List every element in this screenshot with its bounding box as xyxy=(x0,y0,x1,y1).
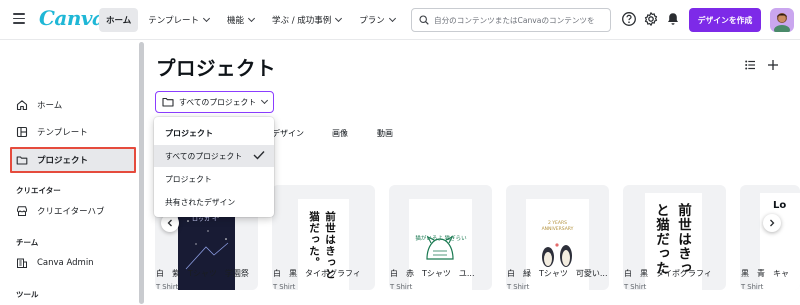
nav-templates[interactable]: テンプレート xyxy=(140,8,217,32)
card-type: T Shirt xyxy=(624,283,647,291)
search-input[interactable]: 自分のコンテンツまたはCanvaのコンテンツを xyxy=(411,8,611,32)
nav-plans[interactable]: プラン xyxy=(351,8,403,32)
card-type: T Shirt xyxy=(156,283,179,291)
avatar[interactable] xyxy=(770,8,794,32)
building-icon xyxy=(17,258,27,268)
canva-logo[interactable]: Canva xyxy=(39,6,105,30)
card-title[interactable]: 白 紫 Tシャツ 学園祭 xyxy=(156,268,249,279)
tab-images[interactable]: 画像 xyxy=(332,128,348,139)
chevron-down-icon xyxy=(261,96,269,105)
project-filter-dropdown[interactable]: すべてのプロジェクト xyxy=(155,91,274,113)
top-nav: ホーム テンプレート 機能 学ぶ / 成功事例 プラン xyxy=(99,8,405,32)
menu-heading: プロジェクト xyxy=(165,129,213,138)
card-title[interactable]: 白 緑 Tシャツ 可愛い... xyxy=(507,268,608,279)
card-title[interactable]: 白 黒 タイポグラフィ xyxy=(624,268,712,279)
sidebar-section-tools: ツール xyxy=(16,290,39,299)
notification-icon[interactable] xyxy=(665,11,681,27)
sidebar-item-canva-admin[interactable]: Canva Admin xyxy=(10,250,136,276)
menu-option-projects[interactable]: プロジェクト xyxy=(154,168,274,190)
project-filter-menu: プロジェクト すべてのプロジェクト プロジェクト 共有されたデザイン xyxy=(154,117,274,217)
chevron-down-icon xyxy=(388,14,396,23)
chevron-right-icon xyxy=(770,219,775,227)
sidebar-item-projects[interactable]: プロジェクト xyxy=(10,147,136,173)
menu-option-shared-designs[interactable]: 共有されたデザイン xyxy=(154,191,274,213)
tab-videos[interactable]: 動画 xyxy=(377,128,393,139)
list-view-icon[interactable] xyxy=(745,60,755,70)
thumb-text: 猫がいるよ 猫ぎらい xyxy=(415,236,467,242)
card-type: T Shirt xyxy=(507,283,530,291)
chevron-down-icon xyxy=(202,14,211,23)
page-title: プロジェクト xyxy=(156,57,277,80)
sidebar-section-creator: クリエイター xyxy=(16,186,61,195)
shop-icon xyxy=(17,206,27,216)
home-icon xyxy=(16,100,28,111)
plus-icon[interactable] xyxy=(767,59,779,71)
menu-icon[interactable] xyxy=(13,13,25,25)
sidebar-item-home[interactable]: ホーム xyxy=(10,92,136,118)
create-design-button[interactable]: デザインを作成 xyxy=(689,8,761,32)
thumb-text: Lo xyxy=(773,200,787,211)
thumb-text: 2 YEARS ANNIVERSARY xyxy=(541,221,574,232)
nav-learn[interactable]: 学ぶ / 成功事例 xyxy=(264,8,349,32)
user-avatar-icon xyxy=(774,13,790,32)
sidebar-section-team: チーム xyxy=(16,238,39,247)
sidebar-item-creator-hub[interactable]: クリエイターハブ xyxy=(10,198,136,224)
folder-icon xyxy=(16,156,28,165)
chevron-down-icon xyxy=(247,14,256,23)
folder-icon xyxy=(162,97,174,107)
checkmark-icon xyxy=(253,151,265,160)
tab-designs[interactable]: デザイン xyxy=(272,128,304,139)
scroll-right-button[interactable] xyxy=(763,214,781,232)
card-type: T Shirt xyxy=(741,283,764,291)
chevron-left-icon xyxy=(167,219,172,227)
filter-selected-value: すべてのプロジェクト xyxy=(179,97,257,107)
card-title[interactable]: 白 赤 Tシャツ ユ... xyxy=(390,268,475,279)
chevron-down-icon xyxy=(335,14,343,23)
top-bar: Canva ホーム テンプレート 機能 学ぶ / 成功事例 プラン 自分のコンテ… xyxy=(0,0,800,40)
help-icon[interactable] xyxy=(621,11,637,27)
card-title[interactable]: 黒 青 キャ xyxy=(741,268,800,279)
sidebar-scrollbar[interactable] xyxy=(139,42,144,304)
card-type: T Shirt xyxy=(273,283,296,291)
nav-home[interactable]: ホーム xyxy=(99,8,139,32)
sidebar-item-templates[interactable]: テンプレート xyxy=(10,119,136,145)
menu-option-all-projects[interactable]: すべてのプロジェクト xyxy=(154,145,274,167)
settings-icon[interactable] xyxy=(643,11,659,27)
card-type: T Shirt xyxy=(390,283,413,291)
nav-features[interactable]: 機能 xyxy=(219,8,262,32)
card-title[interactable]: 白 黒 タイポグラフィ xyxy=(273,268,361,279)
search-placeholder: 自分のコンテンツまたはCanvaのコンテンツを xyxy=(434,15,595,25)
template-icon xyxy=(16,126,28,138)
search-icon xyxy=(419,15,429,25)
